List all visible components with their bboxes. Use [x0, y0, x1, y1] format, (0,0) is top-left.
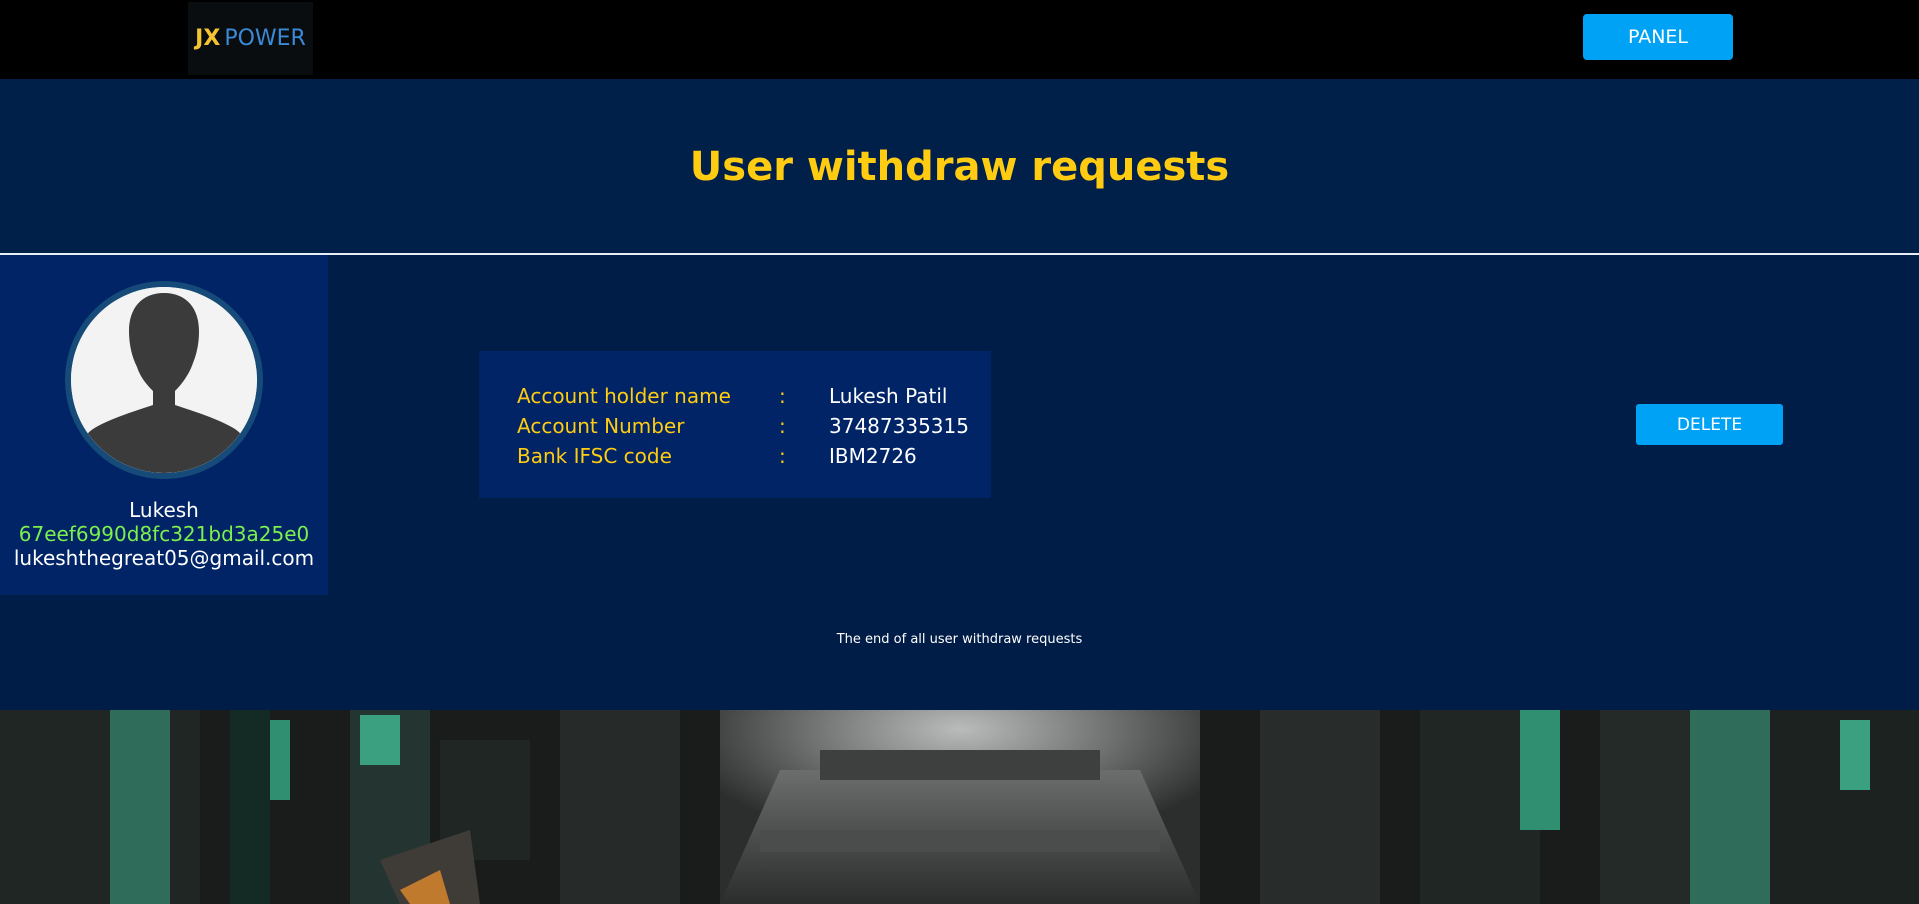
bank-row-account-holder: Account holder name : Lukesh Patil — [517, 381, 991, 411]
default-user-silhouette-icon — [71, 287, 257, 473]
bank-separator: : — [779, 384, 786, 408]
bank-row-account-number: Account Number : 37487335315 — [517, 411, 991, 441]
page-title: User withdraw requests — [689, 144, 1230, 190]
user-email: lukeshthegreat05@gmail.com — [13, 546, 315, 570]
panel-button[interactable]: PANEL — [1583, 14, 1733, 60]
bank-value: 37487335315 — [829, 414, 969, 438]
user-id: 67eef6990d8fc321bd3a25e0 — [18, 522, 310, 546]
bank-row-ifsc-code: Bank IFSC code : IBM2726 — [517, 441, 991, 471]
user-card: Lukesh 67eef6990d8fc321bd3a25e0 lukeshth… — [0, 255, 328, 595]
bank-value: IBM2726 — [829, 444, 917, 468]
bank-details-card: Account holder name : Lukesh Patil Accou… — [479, 351, 991, 498]
jx-power-logo[interactable]: JX POWER — [188, 2, 313, 75]
bank-label: Account holder name — [517, 384, 731, 408]
logo-text-jx: JX — [195, 26, 221, 51]
user-avatar — [65, 281, 263, 479]
bank-value: Lukesh Patil — [829, 384, 948, 408]
logo-text-power: POWER — [224, 26, 306, 51]
server-room-banner-image — [0, 710, 1919, 904]
bank-label: Account Number — [517, 414, 685, 438]
bank-separator: : — [779, 444, 786, 468]
withdraw-requests-list: Lukesh 67eef6990d8fc321bd3a25e0 lukeshth… — [0, 255, 1919, 710]
bank-separator: : — [779, 414, 786, 438]
end-of-list-note: The end of all user withdraw requests — [836, 632, 1083, 647]
top-navbar: JX POWER PANEL — [0, 0, 1919, 79]
user-name: Lukesh — [129, 498, 199, 522]
page-header: User withdraw requests — [0, 79, 1919, 253]
bank-label: Bank IFSC code — [517, 444, 672, 468]
delete-request-button[interactable]: DELETE — [1636, 404, 1783, 445]
